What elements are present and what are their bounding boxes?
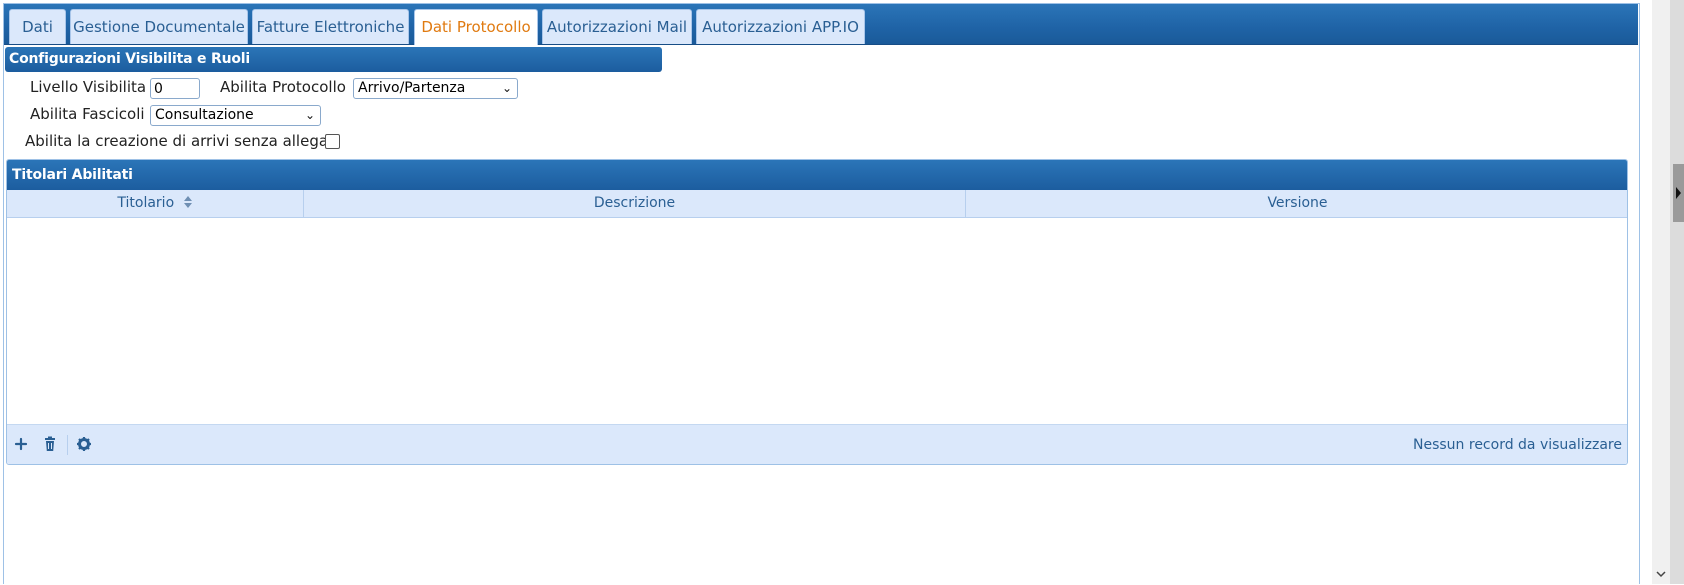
column-header-versione[interactable]: Versione bbox=[966, 190, 1627, 217]
chevron-down-icon: ⌄ bbox=[304, 108, 315, 122]
side-panel-toggle[interactable] bbox=[1673, 164, 1684, 222]
column-header-titolario[interactable]: Titolario bbox=[7, 190, 304, 217]
add-icon[interactable] bbox=[13, 436, 29, 452]
column-descrizione-label: Descrizione bbox=[593, 195, 676, 211]
grid-body bbox=[7, 218, 1627, 424]
column-titolario-label: Titolario bbox=[117, 195, 175, 211]
arrivi-senza-allegati-checkbox[interactable] bbox=[325, 134, 340, 149]
footer-divider bbox=[67, 435, 68, 455]
vertical-scrollbar[interactable] bbox=[1652, 0, 1670, 584]
tab-dati-protocollo[interactable]: Dati Protocollo bbox=[414, 9, 538, 45]
livello-visibilita-label: Livello Visibilita bbox=[30, 78, 147, 96]
abilita-fascicoli-label: Abilita Fascicoli bbox=[30, 105, 145, 123]
abilita-protocollo-value: Arrivo/Partenza bbox=[358, 80, 466, 96]
grid-column-header: Titolario Descrizione Versione bbox=[7, 190, 1627, 218]
abilita-protocollo-select[interactable]: Arrivo/Partenza ⌄ bbox=[353, 78, 518, 99]
tab-dati[interactable]: Dati bbox=[9, 9, 66, 44]
tab-fatture-elettroniche[interactable]: Fatture Elettroniche bbox=[252, 9, 409, 44]
grid-title: Titolari Abilitati bbox=[7, 160, 1627, 190]
side-panel-strip bbox=[1670, 0, 1684, 584]
abilita-protocollo-label: Abilita Protocollo bbox=[220, 78, 346, 96]
section-header-visibilita: Configurazioni Visibilita e Ruoli bbox=[5, 47, 662, 72]
chevron-down-icon: ⌄ bbox=[501, 81, 512, 95]
chevron-right-icon bbox=[1676, 187, 1681, 199]
gear-icon[interactable] bbox=[76, 436, 92, 452]
titolari-grid: Titolari Abilitati Titolario Descrizione… bbox=[6, 159, 1628, 465]
tab-autorizzazioni-mail[interactable]: Autorizzazioni Mail bbox=[542, 9, 692, 44]
tab-gestione-documentale[interactable]: Gestione Documentale bbox=[70, 9, 248, 44]
grid-footer: Nessun record da visualizzare bbox=[7, 424, 1627, 464]
column-header-descrizione[interactable]: Descrizione bbox=[304, 190, 966, 217]
abilita-fascicoli-select[interactable]: Consultazione ⌄ bbox=[150, 105, 321, 126]
scroll-down-icon[interactable] bbox=[1654, 566, 1668, 580]
column-versione-label: Versione bbox=[1267, 195, 1328, 211]
tab-autorizzazioni-app-io[interactable]: Autorizzazioni APP.IO bbox=[696, 9, 865, 44]
tab-bar: Dati Gestione Documentale Fatture Elettr… bbox=[4, 4, 1638, 45]
abilita-fascicoli-value: Consultazione bbox=[155, 107, 254, 123]
sort-icon bbox=[183, 196, 192, 208]
delete-icon[interactable] bbox=[42, 436, 58, 452]
pager-status: Nessun record da visualizzare bbox=[1413, 437, 1622, 453]
livello-visibilita-input[interactable] bbox=[150, 78, 200, 99]
arrivi-senza-allegati-label: Abilita la creazione di arrivi senza all… bbox=[25, 132, 339, 150]
